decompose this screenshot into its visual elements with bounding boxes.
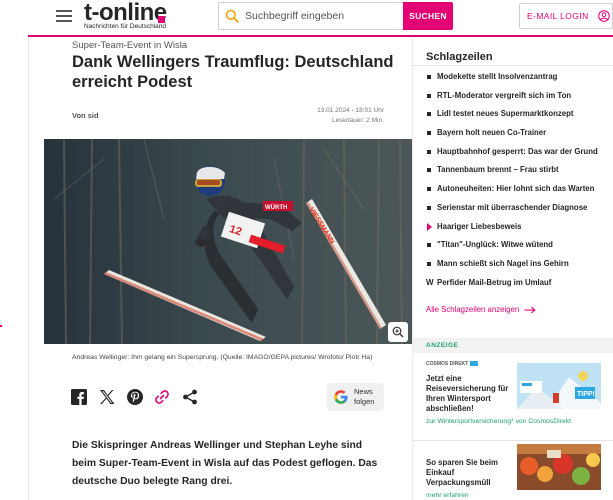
bullet-icon (427, 112, 431, 117)
logo-tagline: Nachrichten für Deutschland (84, 23, 167, 30)
ad1-picture: TIPP! (517, 363, 601, 409)
search-bar: SUCHEN (218, 2, 453, 30)
headline-item[interactable]: Haariger Liebesbeweis (426, 220, 613, 239)
sidebar-divider (413, 65, 613, 66)
ad2-link[interactable]: mehr erfahren (426, 492, 469, 499)
headline-item[interactable]: RTL-Moderator vergreift sich im Ton (426, 89, 613, 108)
ad1-brand-logo: COSMOS DIREKT (426, 361, 479, 367)
ad1-badge: TIPP! (577, 391, 595, 398)
bullet-icon (427, 261, 431, 266)
content-edge-line (28, 37, 29, 500)
play-triangle-icon (427, 222, 432, 231)
ad1-brand-mark (470, 361, 479, 367)
ad1-brand-text: COSMOS DIREKT (426, 361, 469, 367)
news-follow-line2: folgen (354, 396, 375, 406)
facebook-icon[interactable] (70, 388, 88, 406)
headline-text: Tannenbaum brennt – Frau stirbt (437, 165, 559, 175)
hamburger-menu-icon[interactable] (56, 9, 72, 23)
bullet-icon (427, 168, 431, 173)
google-icon (334, 390, 348, 404)
author-name: Von sid (72, 111, 99, 120)
sidebar-border (412, 37, 413, 500)
edge-marker (0, 325, 2, 327)
search-input[interactable] (245, 4, 403, 28)
w-marker-icon: W (426, 277, 434, 287)
site-header: t-online Nachrichten für Deutschland SUC… (0, 0, 613, 35)
headline-text: Haariger Liebesbeweis (437, 221, 522, 231)
all-headlines-label: Alle Schlagzeilen anzeigen (426, 305, 520, 314)
search-icon (225, 9, 239, 23)
bullet-icon (427, 131, 431, 136)
headline-item[interactable]: Tannenbaum brennt – Frau stirbt (426, 163, 613, 182)
bullet-icon (427, 243, 431, 248)
headline-item[interactable]: Hauptbahnhof gesperrt: Das war der Grund (426, 145, 613, 164)
headline-item[interactable]: Modekette stellt Insolvenzantrag (426, 70, 613, 89)
article-headline: Dank Wellingers Traumflug: Deutschland e… (72, 53, 394, 91)
bullet-icon (427, 149, 431, 154)
sidebar-title: Schlagzeilen (426, 51, 493, 63)
headline-text: RTL-Moderator vergreift sich im Ton (437, 90, 572, 100)
arrow-right-icon (524, 306, 536, 313)
header-accent-line (28, 35, 613, 37)
headline-item[interactable]: Mann schießt sich Nagel ins Gehirn (426, 257, 613, 276)
article-date: 13.01.2024 - 18:01 Uhr (317, 107, 384, 114)
article-author: Von sid (72, 111, 99, 120)
user-icon (598, 10, 610, 22)
ad1-link[interactable]: zur Wintersportversicherung* von CosmosD… (426, 418, 571, 425)
image-caption: Andreas Wellinger: Ihm gelang ein Supers… (72, 354, 373, 361)
zoom-in-icon (392, 326, 404, 338)
headline-text: Perfider Mail-Betrug im Umlauf (437, 277, 552, 287)
headline-text: "Titan"-Unglück: Witwe wütend (437, 240, 553, 250)
headline-text: Autoneuheiten: Hier lohnt sich das Warte… (437, 184, 595, 194)
headline-text: Lidl testet neues Supermarktkonzept (437, 109, 574, 119)
google-news-follow-button[interactable]: News folgen (327, 383, 384, 411)
headline-text: Mann schießt sich Nagel ins Gehirn (437, 258, 569, 268)
headline-text: Modekette stellt Insolvenzantrag (437, 72, 558, 81)
headline-text: Serienstar mit überraschender Diagnose (437, 202, 588, 212)
bullet-icon (427, 205, 431, 210)
search-button[interactable]: SUCHEN (403, 2, 453, 30)
helmet-sponsor: WÜRTH (265, 204, 287, 211)
email-login-button[interactable]: E-MAIL LOGIN (519, 3, 613, 29)
ads-label: ANZEIGE (426, 342, 459, 349)
share-icon[interactable] (181, 388, 199, 406)
ad-separator (413, 440, 613, 441)
site-logo[interactable]: t-online Nachrichten für Deutschland (84, 1, 174, 31)
email-login-label: E-MAIL LOGIN (527, 11, 589, 21)
headline-text: Bayern holt neuen Co-Trainer (437, 128, 547, 138)
article-teaser: Die Skispringer Andreas Wellinger und St… (72, 440, 378, 487)
news-follow-line1: News (354, 387, 373, 396)
ski-jumper-image: 12 WÜRTH VIESSMANN (44, 139, 412, 344)
headline-item[interactable]: "Titan"-Unglück: Witwe wütend (426, 238, 613, 257)
headline-list: Modekette stellt Insolvenzantrag RTL-Mode… (426, 70, 613, 294)
ad2-picture (517, 444, 601, 490)
headline-item[interactable]: Autoneuheiten: Hier lohnt sich das Warte… (426, 182, 613, 201)
ad1-image[interactable]: TIPP! (517, 363, 601, 409)
news-follow-label: News folgen (354, 387, 374, 406)
ad2-image[interactable] (517, 444, 601, 490)
reading-time: Lesedauer: 2 Min. (331, 117, 384, 124)
headline-item[interactable]: Bayern holt neuen Co-Trainer (426, 126, 613, 145)
x-icon[interactable] (98, 388, 116, 406)
bullet-icon (427, 187, 431, 192)
ad1-text[interactable]: Jetzt eine Reiseversicherung für Ihren W… (426, 374, 512, 414)
all-headlines-link[interactable]: Alle Schlagzeilen anzeigen (426, 305, 536, 314)
zoom-image-button[interactable] (388, 322, 408, 342)
bullet-icon (427, 93, 431, 98)
headline-item[interactable]: W Perfider Mail-Betrug im Umlauf (426, 276, 613, 295)
headline-item[interactable]: Serienstar mit überraschender Diagnose (426, 201, 613, 220)
article-photo[interactable]: 12 WÜRTH VIESSMANN (44, 139, 412, 344)
headline-text: Hauptbahnhof gesperrt: Das war der Grund (437, 146, 598, 156)
logo-wordmark: t-online (84, 0, 167, 26)
ad2-text[interactable]: So sparen Sie beim Einkauf Verpackungsmü… (426, 458, 512, 488)
logo-dot (158, 16, 165, 23)
headline-item[interactable]: Lidl testet neues Supermarktkonzept (426, 107, 613, 126)
article-kicker: Super-Team-Event in Wisla (72, 40, 188, 51)
article-meta: 13.01.2024 - 18:01 Uhr Lesedauer: 2 Min. (317, 106, 384, 126)
copy-link-icon[interactable] (153, 388, 171, 406)
bullet-icon (427, 75, 431, 79)
pinterest-icon[interactable] (126, 388, 144, 406)
